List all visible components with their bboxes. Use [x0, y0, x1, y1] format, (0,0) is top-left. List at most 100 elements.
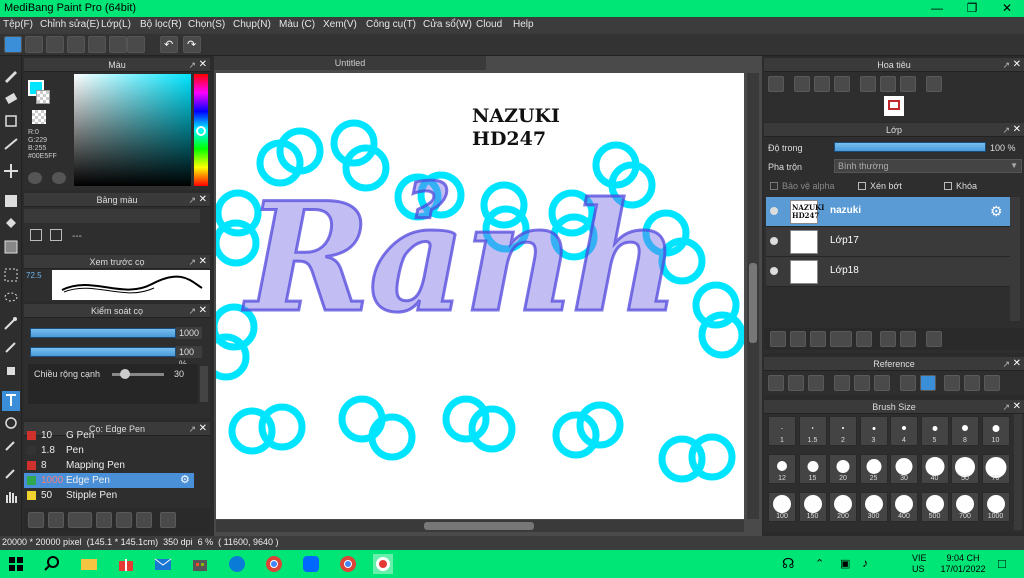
protect-alpha-checkbox[interactable]: [770, 182, 778, 190]
menu-help[interactable]: Help: [513, 19, 534, 30]
lasso-tool-icon[interactable]: [2, 289, 20, 309]
brush-size-cell[interactable]: 150: [798, 492, 827, 522]
rotate-left-icon[interactable]: [944, 375, 960, 391]
brush-size-cell[interactable]: 300: [859, 492, 888, 522]
undo-button[interactable]: ↶: [160, 36, 178, 53]
brush-size-cell[interactable]: 1: [768, 416, 796, 446]
zoom-in-icon[interactable]: [834, 375, 850, 391]
brush-size-cell[interactable]: 5: [920, 416, 949, 446]
brush-item[interactable]: 50 Stipple Pen: [24, 488, 194, 503]
brush-size-scrollbar[interactable]: [1014, 414, 1022, 530]
fill-rect-tool-icon[interactable]: [2, 192, 20, 212]
minimize-button[interactable]: —: [920, 0, 954, 17]
layer-opacity-slider[interactable]: [834, 142, 986, 152]
document-icon[interactable]: [88, 36, 106, 53]
visibility-icon[interactable]: [770, 237, 778, 245]
brush-item[interactable]: 10 G Pen: [24, 428, 194, 443]
layer-row-nazuki[interactable]: NAZUKI HD247 nazuki ⚙: [766, 197, 1010, 227]
mail-icon[interactable]: [153, 554, 173, 574]
close-panel-icon[interactable]: ✕: [199, 255, 207, 269]
brush-size-cell[interactable]: 40: [920, 454, 949, 484]
chrome-icon[interactable]: [264, 554, 284, 574]
brush-size-cell[interactable]: 400: [890, 492, 918, 522]
brush-opacity-slider[interactable]: [30, 347, 176, 357]
close-panel-icon[interactable]: ✕: [1013, 123, 1021, 137]
close-panel-icon[interactable]: ✕: [199, 58, 207, 72]
clipping-checkbox[interactable]: [858, 182, 866, 190]
menu-view[interactable]: Xem(V): [323, 19, 357, 30]
medibang-app-icon[interactable]: [373, 554, 393, 574]
comment-icon[interactable]: [46, 36, 64, 53]
eyedropper-alt-tool-icon[interactable]: [2, 464, 20, 484]
background-color-swatch[interactable]: [36, 90, 50, 104]
duplicate-brush-icon[interactable]: [116, 512, 132, 528]
color-wheel-icon[interactable]: [52, 172, 66, 184]
people-icon[interactable]: ☊: [782, 555, 794, 572]
text-tool-icon[interactable]: [2, 391, 20, 411]
list-icon[interactable]: [109, 36, 127, 53]
brush-tool-icon[interactable]: [2, 66, 20, 86]
select-pen-tool-icon[interactable]: [2, 338, 20, 358]
close-panel-icon[interactable]: ✕: [1013, 357, 1021, 371]
zoom-in-icon[interactable]: [768, 76, 784, 92]
line-tool-icon[interactable]: [2, 135, 20, 155]
windows-start-icon[interactable]: [6, 554, 26, 574]
brush-item-selected[interactable]: 1000 Edge Pen ⚙: [24, 473, 194, 488]
close-button[interactable]: ✕: [990, 0, 1024, 17]
open-folder-icon[interactable]: [788, 375, 804, 391]
eyedropper-icon[interactable]: [900, 375, 916, 391]
layer-row-lop17[interactable]: Lớp17: [766, 227, 1010, 257]
volume-icon[interactable]: ♪: [862, 556, 868, 570]
brush-size-cell[interactable]: 12: [768, 454, 796, 484]
fit-view-icon[interactable]: [814, 76, 830, 92]
notification-icon[interactable]: □: [998, 556, 1006, 571]
canvas-horizontal-scrollbar[interactable]: [216, 520, 744, 532]
brush-item[interactable]: 8 Mapping Pen: [24, 458, 194, 473]
delete-palette-icon[interactable]: [50, 229, 62, 241]
popout-icon[interactable]: ↗: [188, 255, 196, 269]
layer-row-lop18[interactable]: Lớp18: [766, 257, 1010, 287]
close-panel-icon[interactable]: ✕: [199, 304, 207, 318]
reset-view-icon[interactable]: [964, 375, 980, 391]
reset-view-icon[interactable]: [880, 76, 896, 92]
layer-settings-gear-icon[interactable]: ⚙: [990, 203, 1003, 220]
brush-size-cell[interactable]: 20: [829, 454, 857, 484]
add-brush-dropdown-icon[interactable]: [68, 512, 92, 528]
brush-size-cell[interactable]: 15: [798, 454, 827, 484]
brush-size-cell[interactable]: 30: [890, 454, 918, 484]
lock-checkbox[interactable]: [944, 182, 952, 190]
color-mode-icon[interactable]: [28, 172, 42, 184]
network-icon[interactable]: ▣: [840, 557, 850, 570]
shape-tool-icon[interactable]: [2, 112, 20, 132]
eyedropper-tool-icon[interactable]: [2, 436, 20, 456]
menu-color[interactable]: Màu (C): [279, 19, 315, 30]
brush-control-scrollbar[interactable]: [200, 366, 208, 402]
close-panel-icon[interactable]: ✕: [1013, 400, 1021, 414]
gradient-tool-icon[interactable]: [2, 238, 20, 258]
new-layer-icon[interactable]: [770, 331, 786, 347]
rotate-right-icon[interactable]: [900, 76, 916, 92]
share-icon[interactable]: [25, 36, 43, 53]
saturation-value-picker[interactable]: [74, 74, 191, 186]
hand-tool-icon[interactable]: [2, 488, 20, 508]
search-icon[interactable]: [42, 554, 62, 574]
zalo-icon[interactable]: [301, 554, 321, 574]
rotate-right-icon[interactable]: [984, 375, 1000, 391]
navigator-thumbnail[interactable]: [884, 96, 904, 116]
new-halftone-layer-icon[interactable]: [790, 331, 806, 347]
menu-capture[interactable]: Chụp(N): [233, 19, 271, 30]
visibility-icon[interactable]: [770, 267, 778, 275]
duplicate-layer-icon[interactable]: [880, 331, 896, 347]
popout-icon[interactable]: ↗: [188, 304, 196, 318]
brush-size-slider[interactable]: [30, 328, 176, 338]
brush-size-cell[interactable]: 8: [951, 416, 979, 446]
bucket-tool-icon[interactable]: [2, 215, 20, 235]
clock[interactable]: 9:04 CH 17/01/2022: [940, 553, 986, 575]
popout-icon[interactable]: ↗: [1002, 123, 1010, 137]
delete-layer-icon[interactable]: [926, 331, 942, 347]
brush-properties-icon[interactable]: [136, 512, 152, 528]
hue-slider[interactable]: [194, 74, 208, 186]
file-explorer-icon[interactable]: [79, 554, 99, 574]
new-palette-icon[interactable]: [30, 229, 42, 241]
popout-icon[interactable]: ↗: [1002, 357, 1010, 371]
